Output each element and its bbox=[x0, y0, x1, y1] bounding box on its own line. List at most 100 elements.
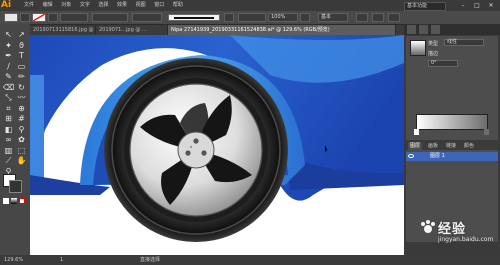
layer-row[interactable]: 图层 1 bbox=[406, 152, 498, 161]
menu-item-type[interactable]: 文字 bbox=[80, 2, 90, 8]
slice-tool-icon[interactable]: ⟋ bbox=[3, 156, 14, 166]
stroke-swatch[interactable] bbox=[32, 13, 46, 22]
fill-swatch[interactable] bbox=[4, 13, 18, 22]
layers-panel-tabs: 图层 画板 链接 颜色 bbox=[406, 142, 498, 150]
gradient-slider[interactable] bbox=[416, 114, 488, 130]
stroke-weight-field[interactable] bbox=[92, 13, 128, 22]
stroke-dropdown[interactable] bbox=[48, 13, 58, 22]
style-select[interactable]: 基本 bbox=[318, 13, 348, 22]
current-tool-label: 直接选择 bbox=[140, 257, 161, 263]
warp-tool-icon[interactable]: 〰 bbox=[16, 93, 27, 103]
hand-tool-icon[interactable]: ✋ bbox=[16, 156, 27, 166]
tab-document-1[interactable]: 20190713115816.jpg @ ... bbox=[30, 25, 96, 35]
gradient-stop-gray[interactable] bbox=[484, 129, 489, 135]
artboard-tool-icon[interactable]: ⬚ bbox=[16, 146, 27, 156]
layer-name: 图层 1 bbox=[430, 153, 445, 159]
visibility-eye-icon[interactable] bbox=[408, 154, 414, 158]
hub-cap bbox=[177, 131, 215, 169]
brush-tool-icon[interactable]: ✎ bbox=[3, 72, 14, 82]
car-illustration bbox=[30, 35, 404, 242]
gradient-stop-white[interactable] bbox=[414, 129, 419, 135]
close-button[interactable]: ✕ bbox=[486, 1, 496, 10]
type-tool-icon[interactable]: T bbox=[16, 51, 27, 61]
gradient-type-label: 类型 bbox=[428, 41, 439, 47]
color-panel-icon[interactable] bbox=[407, 25, 416, 34]
zoom-level[interactable]: 129.6% bbox=[4, 255, 23, 265]
rotate-tool-icon[interactable]: ↻ bbox=[16, 83, 27, 93]
menu-item-window[interactable]: 窗口 bbox=[154, 2, 164, 8]
minimize-button[interactable]: – bbox=[458, 1, 468, 10]
shape-builder-icon[interactable]: ⊕ bbox=[16, 104, 27, 114]
menu-item-view[interactable]: 视图 bbox=[136, 2, 146, 8]
brush-dropdown[interactable] bbox=[224, 13, 234, 22]
illustrator-window: Ai 文件 编辑 对象 文字 选择 效果 视图 窗口 帮助 基本功能 – □ ✕… bbox=[0, 0, 500, 265]
gradient-tool-icon[interactable]: ◧ bbox=[3, 125, 14, 135]
baidu-watermark: 经验 jingyan.baidu.com bbox=[420, 213, 500, 257]
blend-tool-icon[interactable]: ∞ bbox=[3, 135, 14, 145]
align-icon[interactable] bbox=[356, 13, 368, 22]
artboard-number[interactable]: 1 bbox=[60, 255, 63, 265]
magic-wand-icon[interactable]: ✦ bbox=[3, 41, 14, 51]
menu-item-object[interactable]: 对象 bbox=[61, 2, 71, 8]
menu-item-effect[interactable]: 效果 bbox=[117, 2, 127, 8]
symbol-sprayer-icon[interactable]: ✿ bbox=[16, 135, 27, 145]
gradient-preview-swatch[interactable] bbox=[410, 40, 426, 56]
lasso-icon[interactable]: ϑ bbox=[16, 41, 27, 51]
control-bar: 100% 基本 bbox=[0, 11, 500, 25]
tab-layers[interactable]: 图层 bbox=[408, 142, 423, 150]
line-tool-icon[interactable]: / bbox=[3, 62, 14, 72]
menu-item-help[interactable]: 帮助 bbox=[173, 2, 183, 8]
stroke-color-box[interactable] bbox=[9, 180, 22, 193]
variable-width-field[interactable] bbox=[132, 13, 162, 22]
gradient-panel: 类型 线性 描边 0° bbox=[406, 36, 498, 140]
graph-tool-icon[interactable]: ▥ bbox=[3, 146, 14, 156]
eraser-tool-icon[interactable]: ⌫ bbox=[3, 83, 14, 93]
scale-tool-icon[interactable]: ⤡ bbox=[3, 93, 14, 103]
maximize-button[interactable]: □ bbox=[472, 1, 482, 10]
no-stroke-icon bbox=[33, 14, 45, 21]
free-transform-icon[interactable]: ⌗ bbox=[3, 104, 14, 114]
perspective-grid-icon[interactable]: ⊞ bbox=[3, 114, 14, 124]
menu-item-file[interactable]: 文件 bbox=[24, 2, 34, 8]
direct-selection-tool-icon[interactable]: ↗ bbox=[16, 30, 27, 40]
pencil-tool-icon[interactable]: ✏ bbox=[16, 72, 27, 82]
gradient-mode-icon[interactable] bbox=[11, 198, 17, 204]
watermark-text: 经验 bbox=[438, 222, 467, 237]
car-side-light bbox=[30, 75, 44, 185]
selection-tool-icon[interactable]: ↖ bbox=[3, 30, 14, 40]
opacity-field[interactable]: 100% bbox=[268, 13, 298, 22]
workspace-switcher[interactable]: 基本功能 bbox=[404, 2, 446, 11]
tab-links[interactable]: 链接 bbox=[444, 142, 458, 150]
gradient-type-select[interactable]: 线性 bbox=[444, 39, 484, 46]
menu-item-select[interactable]: 选择 bbox=[98, 2, 108, 8]
brushes-panel-icon[interactable] bbox=[431, 25, 440, 34]
none-mode-icon[interactable] bbox=[19, 198, 25, 204]
tab-active-document[interactable]: Nipa 27141939_20190331161524838.ai* @ 12… bbox=[168, 25, 396, 35]
stroke-label: 描边 bbox=[428, 51, 439, 57]
dock-icon-strip bbox=[404, 24, 500, 35]
menu-item-edit[interactable]: 编辑 bbox=[43, 2, 53, 8]
artboard-canvas[interactable] bbox=[30, 35, 404, 255]
document-tabs: 20190713115816.jpg @ ... 2019071...jpg @… bbox=[30, 25, 404, 35]
transform-icon[interactable] bbox=[372, 13, 384, 22]
menu-bar: 文件 编辑 对象 文字 选择 效果 视图 窗口 帮助 bbox=[24, 1, 190, 10]
eyedropper-icon[interactable]: ⚲ bbox=[16, 125, 27, 135]
paw-logo-icon bbox=[421, 220, 435, 233]
angle-field[interactable]: 0° bbox=[428, 60, 458, 67]
opacity-label bbox=[238, 13, 266, 22]
opacity-dropdown[interactable] bbox=[300, 13, 310, 22]
swatches-panel-icon[interactable] bbox=[419, 25, 428, 34]
mesh-tool-icon[interactable]: # bbox=[16, 114, 27, 124]
watermark-url: jingyan.baidu.com bbox=[438, 236, 494, 243]
color-mode-icon[interactable] bbox=[3, 198, 9, 204]
tab-document-2[interactable]: 2019071...jpg @ ... bbox=[96, 25, 168, 35]
tab-color[interactable]: 颜色 bbox=[462, 142, 476, 150]
fill-dropdown[interactable] bbox=[20, 13, 30, 22]
app-logo: Ai bbox=[1, 0, 12, 10]
isolate-icon[interactable] bbox=[388, 13, 400, 22]
pen-tool-icon[interactable]: ✒ bbox=[3, 51, 14, 61]
stroke-label-field[interactable] bbox=[60, 13, 88, 22]
rectangle-tool-icon[interactable]: ▭ bbox=[16, 62, 27, 72]
brush-definition-preview[interactable] bbox=[168, 14, 220, 21]
tab-artboards[interactable]: 画板 bbox=[426, 142, 440, 150]
